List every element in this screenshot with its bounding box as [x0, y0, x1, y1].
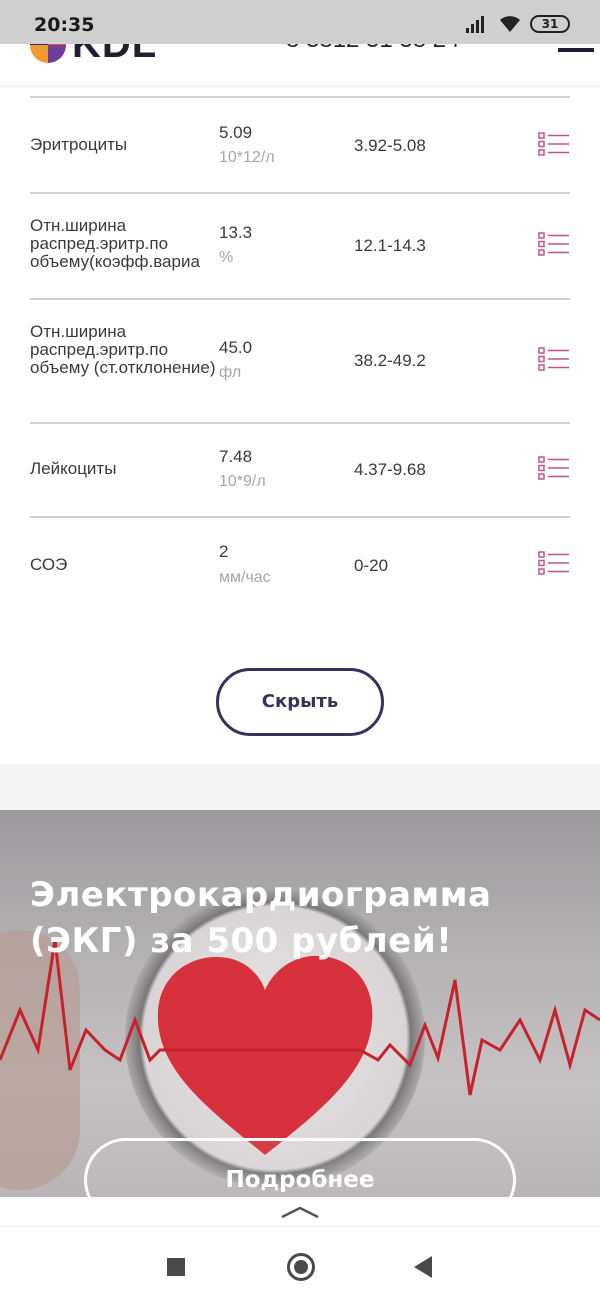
analysis-name: Лейкоциты — [30, 459, 117, 478]
logo[interactable]: KDL — [30, 44, 157, 67]
list-details-icon[interactable] — [538, 551, 570, 575]
analysis-reference: 12.1-14.3 — [354, 236, 426, 255]
analysis-reference: 0-20 — [354, 556, 389, 575]
swipe-bar[interactable] — [0, 1197, 600, 1227]
analysis-value: 7.48 — [219, 447, 253, 466]
analysis-reference: 3.92-5.08 — [354, 136, 426, 155]
site-header: KDL 8 3812 51 58 24 — [0, 44, 600, 86]
back-icon[interactable] — [414, 1256, 432, 1278]
banner-title: Электрокардиограмма (ЭКГ) за 500 рублей! — [30, 875, 492, 961]
analysis-reference: 38.2-49.2 — [354, 351, 426, 370]
hide-button[interactable]: Скрыть — [216, 668, 384, 736]
analysis-reference: 4.37-9.68 — [354, 460, 426, 479]
status-bar: 20:35 31 — [0, 0, 600, 44]
list-details-icon[interactable] — [538, 232, 570, 256]
status-time: 20:35 — [34, 14, 95, 36]
analysis-unit: мм/час — [219, 569, 271, 586]
recents-icon[interactable] — [167, 1258, 185, 1276]
more-button[interactable]: Подробнее — [84, 1138, 516, 1197]
table-row: Эритроциты 5.09 10*12/л 3.92-5.08 — [30, 96, 570, 192]
hamburger-menu-icon[interactable] — [558, 48, 594, 52]
status-icons: 31 — [466, 14, 570, 34]
system-nav-bar — [0, 1228, 600, 1299]
analysis-value: 13.3 — [219, 223, 253, 242]
section-divider — [0, 764, 600, 810]
logo-mark-icon — [30, 44, 66, 63]
table-row: Отн.ширина распред.эритр.по объему(коэфф… — [30, 192, 570, 298]
list-details-icon[interactable] — [538, 347, 570, 371]
promo-banner[interactable]: Электрокардиограмма (ЭКГ) за 500 рублей!… — [0, 810, 600, 1197]
home-icon[interactable] — [287, 1253, 315, 1281]
table-row: СОЭ 2 мм/час 0-20 — [30, 516, 570, 612]
results-table: Эритроциты 5.09 10*12/л 3.92-5.08 Отн.ши… — [30, 96, 570, 612]
chevron-up-icon[interactable] — [280, 1205, 320, 1219]
analysis-name: СОЭ — [30, 555, 68, 574]
battery-icon: 31 — [530, 15, 570, 33]
logo-text: KDL — [72, 44, 158, 66]
analysis-name: Эритроциты — [30, 135, 128, 154]
analysis-unit: 10*12/л — [219, 149, 275, 166]
analysis-value: 5.09 — [219, 123, 253, 142]
table-row: Отн.ширина распред.эритр.по объему (ст.о… — [30, 298, 570, 422]
signal-icon — [466, 15, 490, 33]
analysis-value: 45.0 — [219, 338, 253, 357]
table-row: Лейкоциты 7.48 10*9/л 4.37-9.68 — [30, 422, 570, 516]
analysis-name: Отн.ширина распред.эритр.по объему(коэфф… — [30, 216, 200, 271]
analysis-value: 2 — [219, 542, 229, 561]
analysis-unit: 10*9/л — [219, 473, 266, 490]
analysis-unit: % — [219, 249, 234, 266]
analysis-name: Отн.ширина распред.эритр.по объему (ст.о… — [30, 322, 216, 377]
wifi-icon — [500, 16, 520, 32]
analysis-unit: фл — [219, 364, 242, 381]
list-details-icon[interactable] — [538, 456, 570, 480]
list-details-icon[interactable] — [538, 132, 570, 156]
header-phone[interactable]: 8 3812 51 58 24 — [286, 44, 460, 54]
